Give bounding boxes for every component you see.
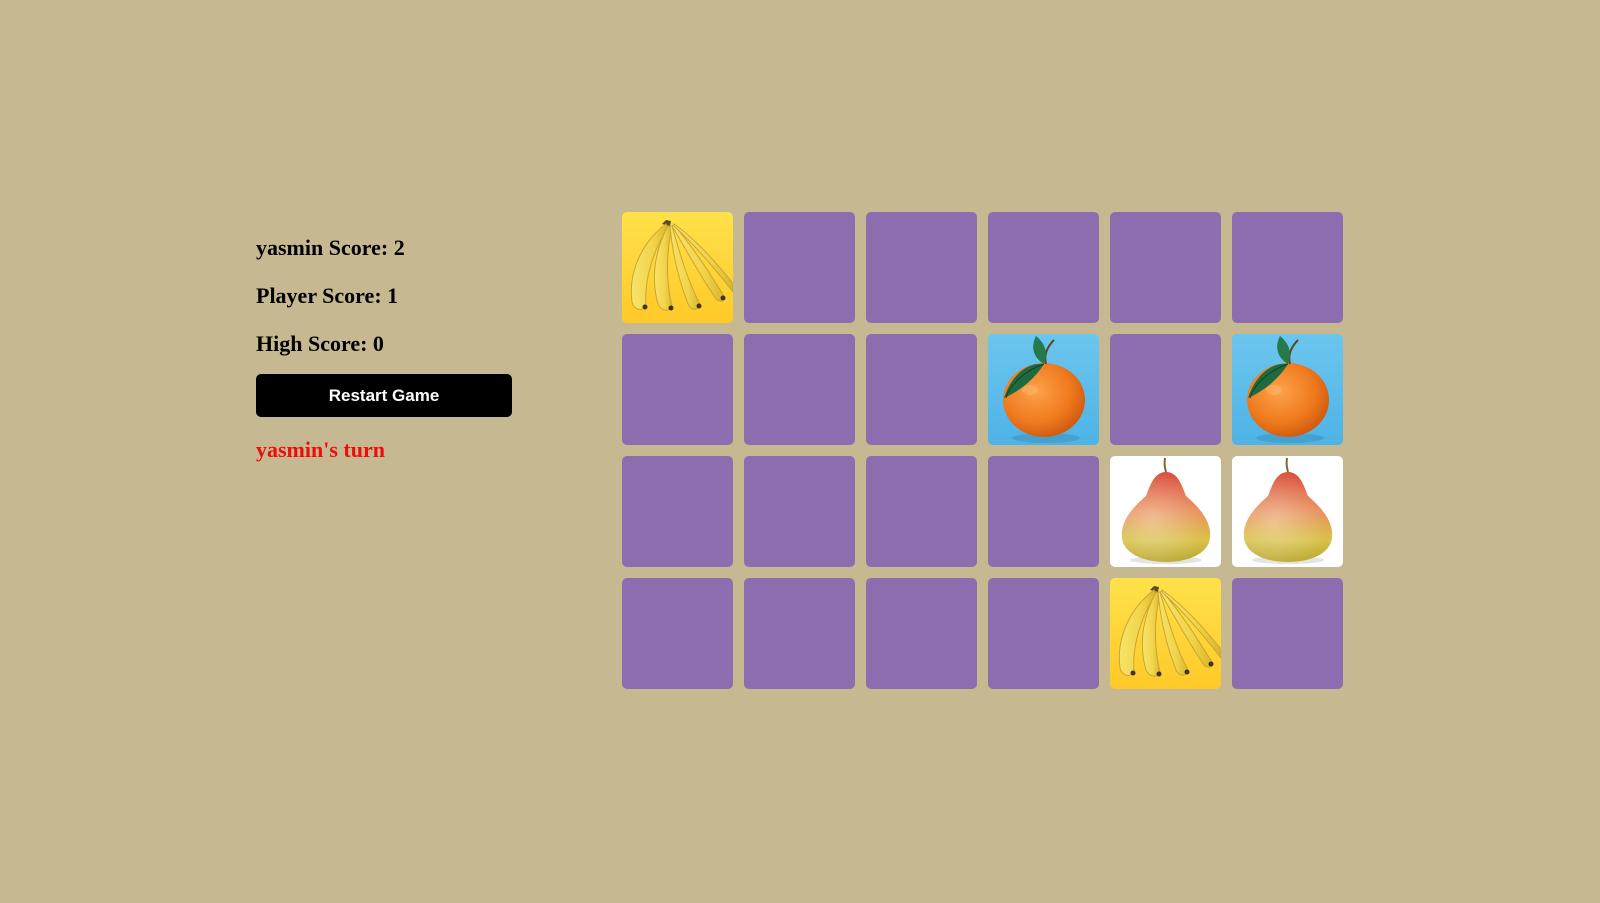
card-pear[interactable] <box>1232 456 1343 567</box>
card-hidden[interactable] <box>744 212 855 323</box>
card-hidden[interactable] <box>866 212 977 323</box>
orange-image <box>1232 334 1343 445</box>
card-hidden[interactable] <box>1110 212 1221 323</box>
pear-image <box>1110 456 1221 567</box>
card-hidden[interactable] <box>988 456 1099 567</box>
card-hidden[interactable] <box>988 578 1099 689</box>
player2-score: Player Score: 1 <box>256 283 399 308</box>
card-hidden[interactable] <box>988 212 1099 323</box>
banana-image <box>622 212 733 323</box>
orange-image <box>988 334 1099 445</box>
game-page: yasmin Score: 2 Player Score: 1 High Sco… <box>0 0 1600 903</box>
card-grid <box>622 212 1343 689</box>
score-panel: yasmin Score: 2 Player Score: 1 High Sco… <box>256 228 512 463</box>
high-score: High Score: 0 <box>256 331 384 356</box>
card-hidden[interactable] <box>744 456 855 567</box>
card-banana[interactable] <box>1110 578 1221 689</box>
card-hidden[interactable] <box>1110 334 1221 445</box>
pear-image <box>1232 456 1343 567</box>
card-hidden[interactable] <box>866 578 977 689</box>
card-hidden[interactable] <box>866 334 977 445</box>
card-hidden[interactable] <box>744 578 855 689</box>
card-pear[interactable] <box>1110 456 1221 567</box>
card-orange[interactable] <box>1232 334 1343 445</box>
restart-game-button[interactable]: Restart Game <box>256 374 512 417</box>
card-hidden[interactable] <box>866 456 977 567</box>
card-hidden[interactable] <box>622 456 733 567</box>
turn-indicator: yasmin's turn <box>256 437 385 462</box>
card-hidden[interactable] <box>622 578 733 689</box>
card-hidden[interactable] <box>1232 212 1343 323</box>
card-hidden[interactable] <box>622 334 733 445</box>
card-banana[interactable] <box>622 212 733 323</box>
card-orange[interactable] <box>988 334 1099 445</box>
card-hidden[interactable] <box>744 334 855 445</box>
card-hidden[interactable] <box>1232 578 1343 689</box>
banana-image <box>1110 578 1221 689</box>
player1-score: yasmin Score: 2 <box>256 235 405 260</box>
